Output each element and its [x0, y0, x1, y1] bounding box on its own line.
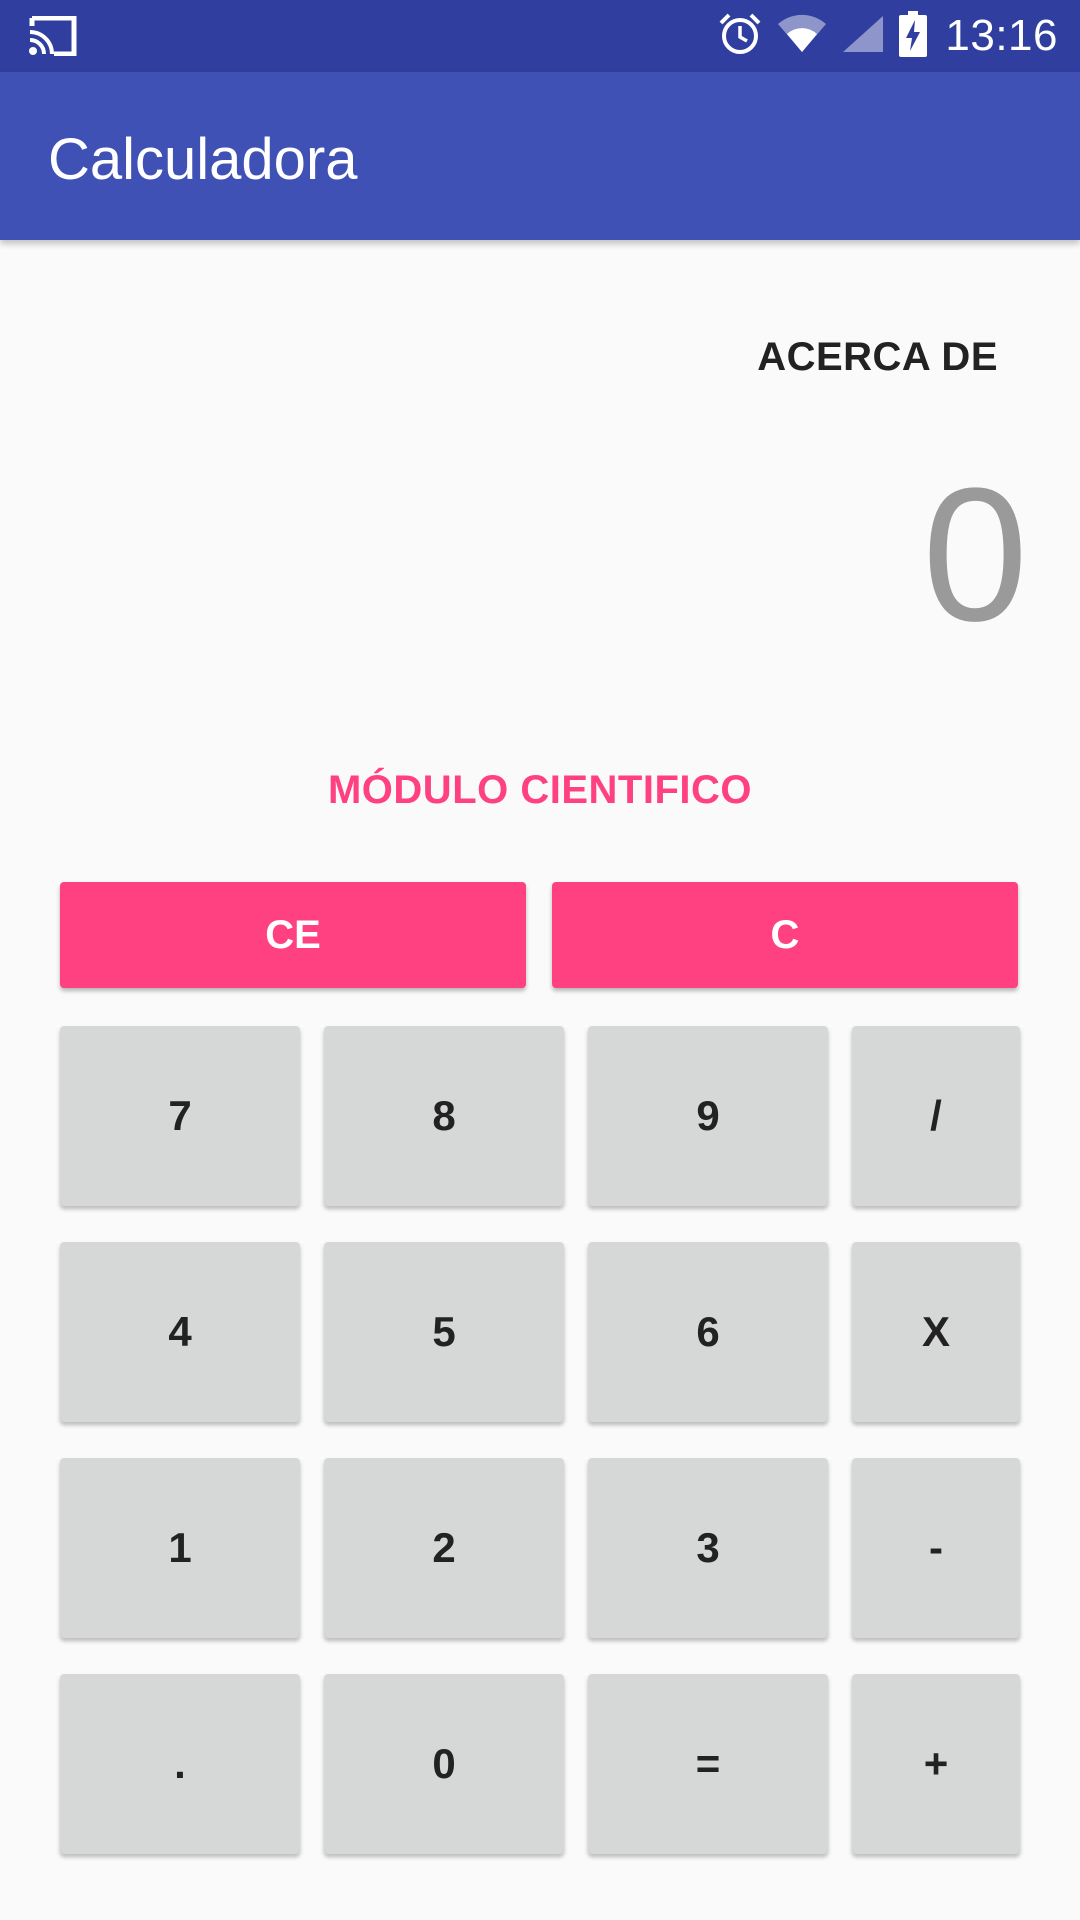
- alarm-icon: [717, 11, 763, 62]
- key-2[interactable]: 2: [324, 1458, 564, 1638]
- key-3[interactable]: 3: [588, 1458, 828, 1638]
- cast-icon: [28, 15, 78, 57]
- clear-button[interactable]: C: [552, 882, 1018, 988]
- key-divide[interactable]: /: [852, 1026, 1020, 1206]
- key-equals[interactable]: =: [588, 1674, 828, 1854]
- key-7[interactable]: 7: [60, 1026, 300, 1206]
- key-4[interactable]: 4: [60, 1242, 300, 1422]
- clear-entry-button[interactable]: CE: [60, 882, 526, 988]
- app-bar: Calculadora: [0, 72, 1080, 240]
- status-bar: 13:16: [0, 0, 1080, 72]
- app-title: Calculadora: [48, 127, 358, 192]
- key-multiply[interactable]: X: [852, 1242, 1020, 1422]
- key-8[interactable]: 8: [324, 1026, 564, 1206]
- battery-charging-icon: [899, 10, 928, 62]
- key-0[interactable]: 0: [324, 1674, 564, 1854]
- scientific-module-button[interactable]: MÓDULO CIENTIFICO: [0, 768, 1080, 813]
- key-6[interactable]: 6: [588, 1242, 828, 1422]
- cell-signal-icon: [841, 14, 885, 59]
- key-subtract[interactable]: -: [852, 1458, 1020, 1638]
- key-9[interactable]: 9: [588, 1026, 828, 1206]
- wifi-icon: [777, 14, 827, 59]
- about-button[interactable]: ACERCA DE: [757, 335, 998, 380]
- status-time: 13:16: [945, 11, 1058, 60]
- key-add[interactable]: +: [852, 1674, 1020, 1854]
- result-display: 0: [922, 449, 1028, 661]
- key-decimal[interactable]: .: [60, 1674, 300, 1854]
- key-5[interactable]: 5: [324, 1242, 564, 1422]
- key-1[interactable]: 1: [60, 1458, 300, 1638]
